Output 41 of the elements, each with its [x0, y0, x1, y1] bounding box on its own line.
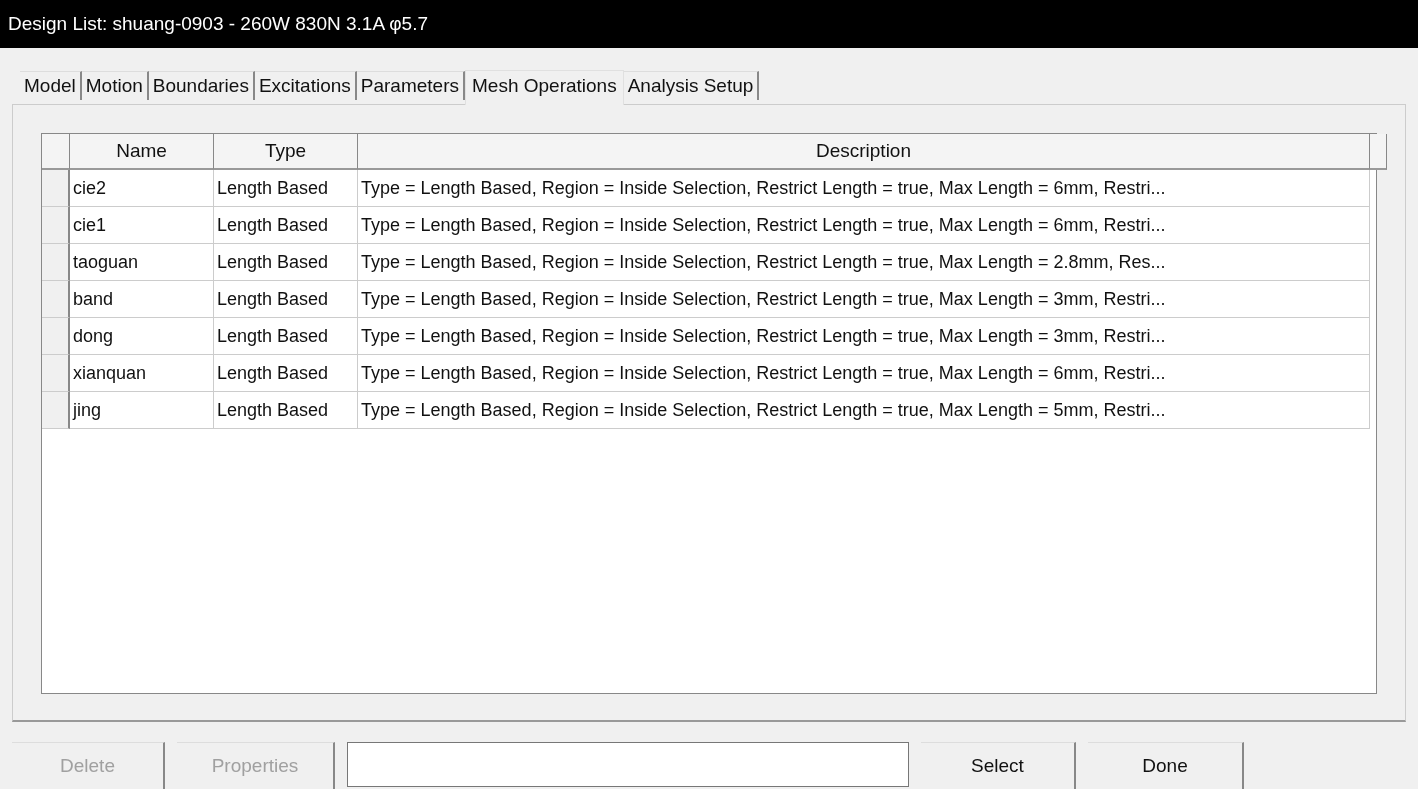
column-header[interactable]: Name — [70, 134, 214, 170]
tab[interactable]: Motion — [81, 71, 149, 100]
column-header[interactable]: Description — [358, 134, 1370, 170]
table-cell: jing — [70, 392, 214, 429]
table-cell: cie2 — [70, 170, 214, 207]
table-cell: Type = Length Based, Region = Inside Selection, Restrict Length = true, Max Length = 3mm, Restri... — [358, 281, 1370, 318]
table-cell: Type = Length Based, Region = Inside Selection, Restrict Length = true, Max Length = 5mm, Restri... — [358, 392, 1370, 429]
row-header[interactable] — [42, 281, 70, 318]
tab[interactable]: Analysis Setup — [623, 71, 760, 100]
row-header[interactable] — [42, 392, 70, 429]
tab[interactable]: Model — [20, 71, 82, 100]
row-header[interactable] — [42, 318, 70, 355]
column-header[interactable]: Type — [214, 134, 358, 170]
table-cell: dong — [70, 318, 214, 355]
row-header[interactable] — [42, 170, 70, 207]
input-field[interactable] — [347, 742, 909, 787]
table-cell: Type = Length Based, Region = Inside Selection, Restrict Length = true, Max Length = 6mm, Restri... — [358, 355, 1370, 392]
table-cell: cie1 — [70, 207, 214, 244]
table-cell: Length Based — [214, 170, 358, 207]
table-cell: Length Based — [214, 318, 358, 355]
table-cell: Type = Length Based, Region = Inside Selection, Restrict Length = true, Max Length = 2.8mm, Res... — [358, 244, 1370, 281]
table-cell: Type = Length Based, Region = Inside Selection, Restrict Length = true, Max Length = 6mm, Restri... — [358, 170, 1370, 207]
table-cell: band — [70, 281, 214, 318]
row-header[interactable] — [42, 244, 70, 281]
tab[interactable]: Excitations — [254, 71, 357, 100]
table-cell: xianquan — [70, 355, 214, 392]
action-button[interactable]: Select — [921, 742, 1076, 789]
window-title: Design List: shuang-0903 - 260W 830N 3.1A φ5.7 — [0, 0, 1418, 48]
table-cell: Length Based — [214, 281, 358, 318]
tab[interactable]: Mesh Operations — [465, 70, 624, 105]
table-cell: Length Based — [214, 244, 358, 281]
row-header[interactable] — [42, 355, 70, 392]
action-button[interactable]: Done — [1088, 742, 1244, 789]
table-cell: Length Based — [214, 392, 358, 429]
table-cell: Length Based — [214, 355, 358, 392]
table-cell: taoguan — [70, 244, 214, 281]
table-cell: Type = Length Based, Region = Inside Selection, Restrict Length = true, Max Length = 6mm, Restri... — [358, 207, 1370, 244]
table-cell: Type = Length Based, Region = Inside Selection, Restrict Length = true, Max Length = 3mm, Restri... — [358, 318, 1370, 355]
table-cell: Length Based — [214, 207, 358, 244]
row-header[interactable] — [42, 207, 70, 244]
tab[interactable]: Boundaries — [148, 71, 255, 100]
